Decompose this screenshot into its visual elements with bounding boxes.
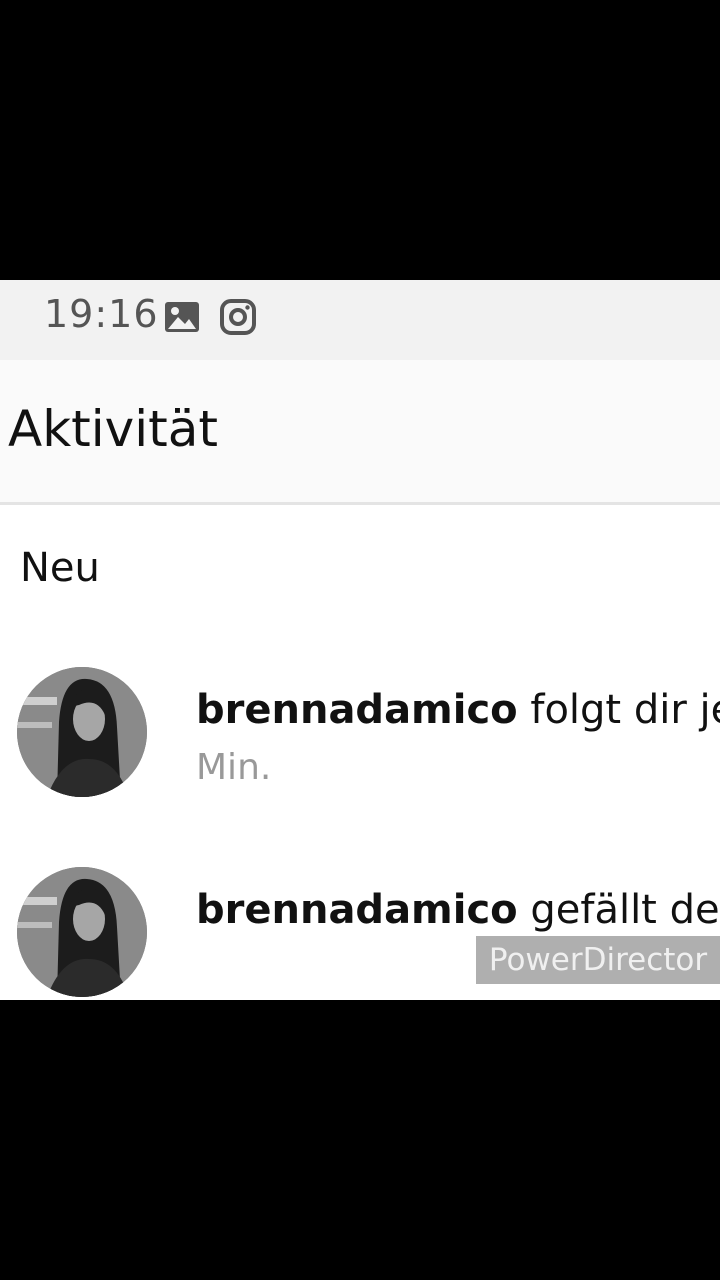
activity-action: gefällt dein [530,887,720,933]
activity-username[interactable]: brennadamico [196,687,518,733]
activity-item[interactable]: brennadamico folgt dir jetz Min. [0,667,720,807]
app-screen: 19:16 Aktivität Neu brennadamico folgt d… [0,280,720,1000]
avatar[interactable] [17,867,147,997]
page-title: Aktivität [8,400,218,458]
section-label-new: Neu [20,545,100,591]
status-bar: 19:16 [0,280,720,360]
status-time: 19:16 [44,292,159,336]
avatar-photo [17,667,147,797]
activity-text: brennadamico folgt dir jetz [196,687,720,733]
page-header: Aktivität [0,360,720,505]
avatar[interactable] [17,667,147,797]
avatar-photo [17,867,147,997]
activity-action: folgt dir jetz [530,687,720,733]
powerdirector-watermark: PowerDirector [476,936,720,984]
activity-text: brennadamico gefällt dein [196,887,720,933]
image-icon [165,302,199,332]
activity-timestamp: Min. [196,747,272,788]
activity-username[interactable]: brennadamico [196,887,518,933]
instagram-icon [220,299,256,335]
